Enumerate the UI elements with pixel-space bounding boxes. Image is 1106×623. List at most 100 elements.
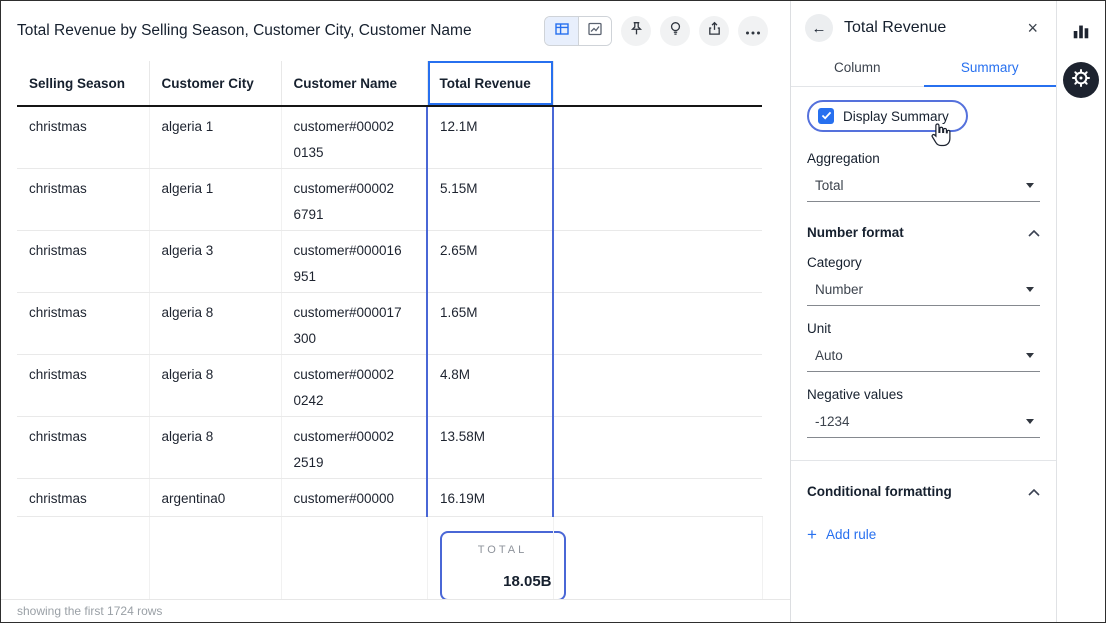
cell-blank [553, 478, 762, 516]
cell-customer[interactable]: customer#000022519 [281, 416, 427, 478]
cell-blank [553, 516, 762, 599]
cell-season[interactable]: christmas [17, 478, 149, 516]
more-button[interactable] [738, 16, 768, 46]
cell-season[interactable]: christmas [17, 416, 149, 478]
check-icon [821, 107, 832, 125]
cell-revenue[interactable]: 2.65M [427, 230, 553, 292]
unit-value: Auto [815, 348, 843, 363]
cell-season[interactable]: christmas [17, 230, 149, 292]
cell-customer[interactable]: customer#000020135 [281, 106, 427, 168]
insights-button[interactable] [660, 16, 690, 46]
add-rule-label: Add rule [826, 527, 876, 542]
dropdown-caret-icon [1026, 287, 1034, 292]
summary-total-label: TOTAL [454, 544, 552, 556]
cell-revenue[interactable]: 5.15M [427, 168, 553, 230]
cell-customer[interactable]: customer#00000 [281, 478, 427, 516]
cell-season[interactable]: christmas [17, 106, 149, 168]
chart-config-button[interactable] [1071, 21, 1091, 46]
category-label: Category [807, 255, 1040, 270]
conditional-formatting-section-header[interactable]: Conditional formatting [807, 484, 1040, 499]
cell-revenue[interactable]: 16.19M [427, 478, 553, 516]
gear-icon [1071, 68, 1091, 93]
unit-select[interactable]: Auto [807, 340, 1040, 372]
pin-button[interactable] [621, 16, 651, 46]
cell-city[interactable]: argentina0 [149, 478, 281, 516]
column-header-customer-city[interactable]: Customer City [149, 61, 281, 106]
cell-revenue[interactable]: 13.58M [427, 416, 553, 478]
number-format-title: Number format [807, 225, 904, 240]
dropdown-caret-icon [1026, 419, 1034, 424]
table-header-row: Selling Season Customer City Customer Na… [17, 61, 762, 106]
cell-blank [553, 416, 762, 478]
column-header-blank [553, 61, 762, 106]
cell-season[interactable]: christmas [17, 168, 149, 230]
unit-label: Unit [807, 321, 1040, 336]
bar-chart-icon [1071, 21, 1091, 46]
column-settings-panel: ← Total Revenue × Column Summary Display… [790, 1, 1056, 622]
category-select[interactable]: Number [807, 274, 1040, 306]
cell-blank [553, 292, 762, 354]
aggregation-label: Aggregation [807, 151, 1040, 166]
cell-customer[interactable]: customer#000017300 [281, 292, 427, 354]
cell-season[interactable]: christmas [17, 292, 149, 354]
dropdown-caret-icon [1026, 353, 1034, 358]
negative-values-label: Negative values [807, 387, 1040, 402]
table-row: christmas algeria 1 customer#000026791 5… [17, 168, 762, 230]
result-table-area: Selling Season Customer City Customer Na… [1, 61, 790, 599]
column-header-total-revenue[interactable]: Total Revenue [427, 61, 553, 106]
negative-values-select[interactable]: -1234 [807, 406, 1040, 438]
plus-icon: + [807, 526, 817, 543]
cell-season[interactable]: christmas [17, 354, 149, 416]
column-header-customer-name[interactable]: Customer Name [281, 61, 427, 106]
chevron-up-icon [1028, 225, 1040, 240]
category-value: Number [815, 282, 863, 297]
hand-cursor-icon [927, 122, 952, 154]
cell-blank [149, 516, 281, 599]
cell-city[interactable]: algeria 1 [149, 106, 281, 168]
number-format-section-header[interactable]: Number format [807, 225, 1040, 240]
summary-total-value: 18.05B [454, 573, 552, 590]
result-table: Selling Season Customer City Customer Na… [17, 61, 763, 599]
display-summary-checkbox[interactable] [818, 108, 834, 124]
cell-city[interactable]: algeria 8 [149, 292, 281, 354]
section-divider [791, 460, 1056, 461]
table-row: christmas algeria 3 customer#000016951 2… [17, 230, 762, 292]
panel-header: ← Total Revenue × [791, 1, 1056, 51]
cell-city[interactable]: algeria 3 [149, 230, 281, 292]
summary-row: TOTAL 18.05B [17, 516, 762, 599]
right-rail [1056, 1, 1105, 622]
tab-column[interactable]: Column [791, 51, 924, 86]
cell-customer[interactable]: customer#000020242 [281, 354, 427, 416]
cell-blank [553, 230, 762, 292]
chart-view-button[interactable] [578, 17, 611, 45]
cell-blank [553, 354, 762, 416]
back-button[interactable]: ← [805, 14, 833, 42]
add-rule-button[interactable]: + Add rule [807, 526, 876, 543]
cell-revenue[interactable]: 1.65M [427, 292, 553, 354]
cell-revenue[interactable]: 12.1M [427, 106, 553, 168]
negative-values-value: -1234 [815, 414, 850, 429]
cell-customer[interactable]: customer#000026791 [281, 168, 427, 230]
cell-city[interactable]: algeria 8 [149, 354, 281, 416]
column-header-selling-season[interactable]: Selling Season [17, 61, 149, 106]
row-count-note: showing the first 1724 rows [1, 599, 790, 622]
pin-icon [629, 21, 644, 41]
panel-body: Display Summary Aggregation Total Number… [791, 87, 1056, 622]
table-view-button[interactable] [545, 17, 578, 45]
cell-city[interactable]: algeria 8 [149, 416, 281, 478]
tab-summary[interactable]: Summary [924, 51, 1057, 87]
share-button[interactable] [699, 16, 729, 46]
cell-customer[interactable]: customer#000016951 [281, 230, 427, 292]
settings-button[interactable] [1063, 62, 1099, 98]
dropdown-caret-icon [1026, 183, 1034, 188]
aggregation-select[interactable]: Total [807, 170, 1040, 202]
lightbulb-icon [668, 21, 683, 41]
table-row: christmas algeria 8 customer#000022519 1… [17, 416, 762, 478]
cell-city[interactable]: algeria 1 [149, 168, 281, 230]
close-button[interactable]: × [1023, 18, 1042, 39]
cell-revenue[interactable]: 4.8M [427, 354, 553, 416]
panel-tabs: Column Summary [791, 51, 1056, 87]
summary-cell: TOTAL 18.05B [427, 516, 553, 599]
answer-toolbar [544, 16, 768, 46]
close-icon: × [1027, 18, 1038, 38]
